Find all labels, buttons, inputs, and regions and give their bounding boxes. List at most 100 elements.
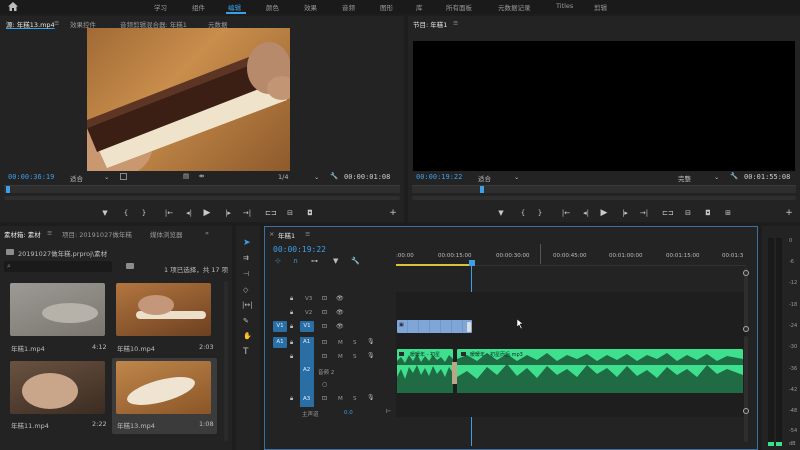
source-export-frame-icon[interactable]: ◘ (305, 209, 315, 217)
source-go-to-out-icon[interactable]: →| (242, 209, 252, 217)
new-bin-icon[interactable] (126, 263, 134, 269)
source-insert-button-icon[interactable]: ⊏⊐ (265, 209, 277, 217)
source-ratio-chevron-icon[interactable]: ⌄ (314, 173, 319, 181)
v3-eye-icon[interactable]: 👁︎ (336, 295, 344, 302)
clip-thumbnail-4[interactable] (116, 361, 211, 414)
add-marker-icon[interactable]: ▼ (333, 257, 338, 265)
source-scrubber[interactable] (4, 185, 400, 193)
a1-lock-icon[interactable]: 🔒︎ (290, 339, 293, 347)
program-play-icon[interactable]: ▶ (599, 208, 609, 218)
timeline-vertical-scrollbar[interactable] (744, 268, 748, 332)
a2-volume-icon[interactable]: ○ (322, 381, 327, 388)
v3-lock-icon[interactable]: 🔒︎ (290, 295, 293, 303)
program-menu-icon[interactable]: ≡ (453, 19, 458, 27)
program-fit-dropdown[interactable]: 适合 (478, 173, 491, 183)
clip-thumbnail-2[interactable] (116, 283, 211, 336)
program-step-back-icon[interactable]: ◂| (581, 209, 591, 217)
program-fit-chevron-icon[interactable]: ⌄ (514, 173, 519, 181)
program-quality-chevron-icon[interactable]: ⌄ (714, 173, 719, 181)
program-go-to-in-icon[interactable]: |← (561, 209, 571, 217)
scroll-handle-mid[interactable] (743, 326, 749, 332)
v1-eye-icon[interactable]: 👁︎ (336, 323, 344, 330)
source-overwrite-icon[interactable]: ⊟ (285, 209, 295, 217)
workspace-tab-clips[interactable]: 剪辑 (594, 2, 607, 12)
a1-mute[interactable]: M (338, 340, 343, 346)
master-volume-value[interactable]: 0.0 (344, 410, 353, 416)
a2-mute[interactable]: M (338, 354, 343, 360)
program-go-to-out-icon[interactable]: →| (639, 209, 649, 217)
a1-solo[interactable]: S (353, 340, 357, 346)
v1-clip-end-handle[interactable] (467, 322, 471, 332)
source-wrench-icon[interactable]: 🔧 (330, 172, 338, 180)
workspace-tab-color[interactable]: 颜色 (266, 2, 279, 12)
workspace-tab-effects[interactable]: 效果 (304, 2, 317, 12)
source-insert-icon[interactable]: ▤ (183, 172, 189, 180)
source-add-marker-icon[interactable]: ▼ (100, 209, 110, 217)
type-tool-icon[interactable]: T (243, 347, 249, 357)
timeline-settings-icon[interactable]: 🔧 (351, 257, 360, 265)
source-fit-chevron-icon[interactable]: ⌄ (104, 173, 109, 181)
source-playhead[interactable] (6, 186, 10, 193)
audio-transition-marker[interactable] (452, 362, 457, 384)
a3-lock-icon[interactable]: 🔒︎ (290, 395, 293, 403)
program-zoom-bar[interactable] (412, 196, 796, 200)
tab-timeline[interactable]: 年糕1 (278, 230, 295, 240)
v3-sync-icon[interactable]: ⊡ (322, 295, 327, 302)
program-extract-icon[interactable]: ⊟ (683, 209, 693, 217)
workspace-tab-metadata-logging[interactable]: 元数据记录 (498, 2, 531, 12)
workspace-tab-audio[interactable]: 音频 (342, 2, 355, 12)
source-settings-icon[interactable] (120, 173, 127, 180)
bin-scrollbar[interactable] (224, 281, 228, 441)
a2-lock-icon[interactable]: 🔒︎ (290, 353, 293, 361)
source-fit-dropdown[interactable]: 适合 (70, 173, 83, 183)
source-timecode[interactable]: 00:00:36:19 (8, 173, 54, 181)
tab-source[interactable]: 源: 年糕13.mp4 (6, 19, 55, 29)
track-select-tool-icon[interactable]: ⇉ (243, 254, 249, 262)
program-step-forward-icon[interactable]: |▸ (620, 209, 630, 217)
program-timecode[interactable]: 00:00:19:22 (416, 173, 462, 181)
workspace-tab-learn[interactable]: 学习 (154, 2, 167, 12)
v1-target[interactable]: V1 (300, 321, 314, 332)
a3-sync-icon[interactable]: ⊡ (322, 395, 327, 402)
hand-tool-icon[interactable]: ✋ (243, 332, 252, 340)
timeline-playhead-handle[interactable] (469, 260, 475, 266)
v1-source-patch[interactable]: V1 (273, 321, 287, 332)
work-area-bar[interactable] (396, 264, 472, 266)
home-icon[interactable] (8, 2, 18, 11)
program-mark-out-icon[interactable]: } (535, 209, 545, 217)
v2-lock-icon[interactable]: 🔒︎ (290, 309, 293, 317)
timeline-timecode[interactable]: 00:00:19:22 (273, 245, 326, 254)
a3-mic-icon[interactable]: 🎙︎ (367, 394, 375, 401)
slip-tool-icon[interactable]: |↔| (242, 301, 253, 309)
v1-sync-icon[interactable]: ⊡ (322, 323, 327, 330)
ripple-edit-tool-icon[interactable]: ⊣ (243, 270, 249, 278)
program-add-button-icon[interactable]: + (784, 208, 794, 218)
tab-project[interactable]: 项目: 20191027做年糕 (62, 229, 132, 239)
scroll-handle-bottom[interactable] (743, 408, 749, 414)
workspace-tab-libraries[interactable]: 库 (416, 2, 423, 12)
program-settings-icon[interactable]: ⊞ (723, 209, 733, 217)
bin-menu-icon[interactable]: ≡ (47, 229, 52, 237)
program-export-frame-icon[interactable]: ◘ (703, 209, 713, 217)
a1-source-patch[interactable]: A1 (273, 337, 287, 348)
a2-mic-icon[interactable]: 🎙︎ (367, 352, 375, 359)
v1-lock-icon[interactable]: 🔒︎ (290, 323, 293, 331)
v2-sync-icon[interactable]: ⊡ (322, 309, 327, 316)
clip-thumbnail-3[interactable] (10, 361, 105, 414)
v1-video-clip[interactable]: ▣ (397, 320, 472, 333)
a2-solo[interactable]: S (353, 354, 357, 360)
scroll-handle-top[interactable] (743, 270, 749, 276)
tab-program[interactable]: 节目: 年糕1 (413, 19, 447, 29)
source-ratio-dropdown[interactable]: 1/4 (278, 173, 288, 181)
a1-mic-icon[interactable]: 🎙︎ (367, 338, 375, 345)
tab-media-browser[interactable]: 媒体浏览器 (150, 229, 183, 239)
pen-tool-icon[interactable]: ✎ (243, 317, 249, 325)
workspace-tab-all-panels[interactable]: 所有面板 (446, 2, 472, 12)
a3-mute[interactable]: M (338, 396, 343, 402)
selection-tool-icon[interactable]: ➤ (243, 238, 251, 248)
program-add-marker-icon[interactable]: ▼ (496, 209, 506, 217)
source-zoom-bar[interactable] (4, 196, 400, 200)
source-go-to-in-icon[interactable]: |← (164, 209, 174, 217)
v2-eye-icon[interactable]: 👁︎ (336, 309, 344, 316)
tab-bin[interactable]: 素材箱: 素材 (4, 229, 41, 239)
